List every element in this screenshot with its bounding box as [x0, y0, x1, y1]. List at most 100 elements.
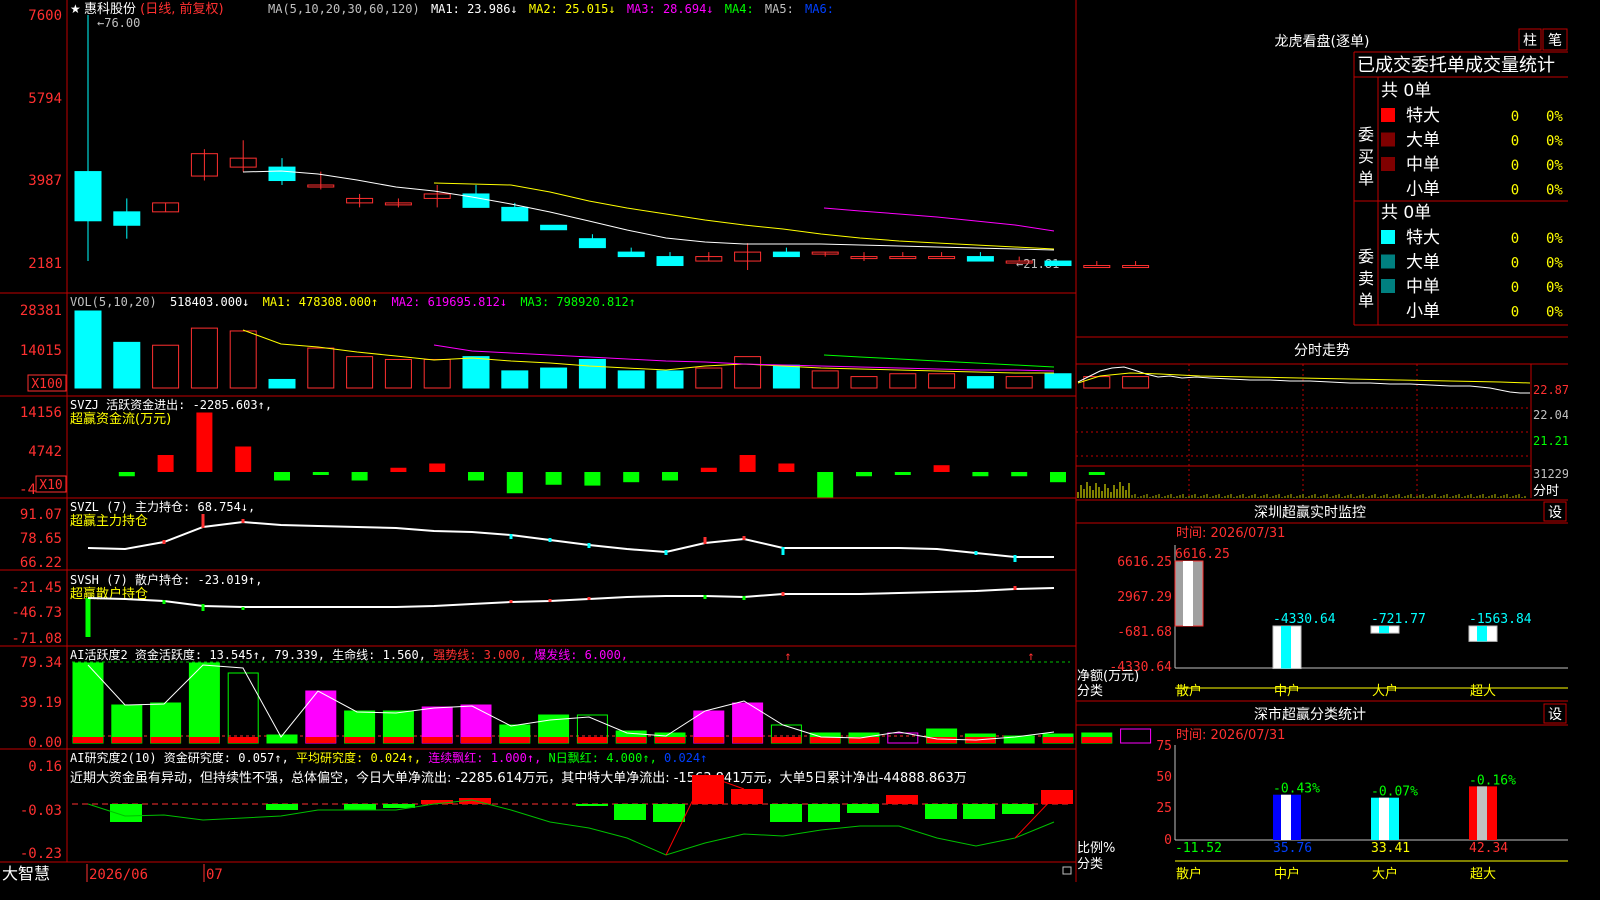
volume-bar[interactable] — [307, 347, 335, 389]
volume-bar[interactable] — [346, 356, 374, 389]
volume-bar[interactable] — [74, 310, 102, 389]
fenshi-panel[interactable]: 分时走势 22.87 22.04 21.21 31229 分时 — [1076, 343, 1568, 499]
volume-bar[interactable] — [734, 356, 762, 389]
chart-workspace[interactable]: ★ 惠科股份 (日线, 前复权) MA(5,10,20,30,60,120) M… — [0, 0, 1568, 882]
candle[interactable] — [152, 202, 180, 213]
candle[interactable] — [850, 252, 878, 262]
svzj-bar[interactable] — [856, 472, 872, 477]
candle[interactable] — [1122, 261, 1150, 269]
svzj-bar[interactable] — [1088, 472, 1105, 475]
candle[interactable] — [190, 149, 218, 181]
svzl-panel[interactable]: SVZL (7) 主力持仓: 68.754↓, 超赢主力持仓 91.07 78.… — [20, 499, 1054, 571]
volume-bar[interactable] — [811, 370, 839, 389]
ai-research-panel[interactable]: AI研究度2(10) 资金研究度: 0.057↑, 平均研究度: 0.024↑,… — [20, 750, 1073, 862]
volume-bar[interactable] — [1083, 376, 1111, 389]
volume-bar[interactable] — [423, 358, 451, 389]
svzj-bar[interactable] — [778, 463, 795, 473]
candle[interactable] — [656, 252, 684, 267]
kline-panel[interactable]: ★ 惠科股份 (日线, 前复权) MA(5,10,20,30,60,120) M… — [28, 1, 1150, 272]
svzj-bar[interactable] — [739, 455, 756, 472]
ai1-bars[interactable] — [72, 662, 1152, 744]
svzj-bar[interactable] — [700, 467, 717, 472]
svzj-bar[interactable] — [662, 472, 678, 481]
volume-bar[interactable] — [578, 358, 606, 389]
candle[interactable] — [695, 252, 723, 262]
candle[interactable] — [423, 185, 451, 208]
svzj-bar[interactable] — [351, 472, 368, 481]
candle[interactable] — [734, 243, 762, 270]
volume-bar[interactable] — [928, 373, 956, 389]
svzj-bar[interactable] — [118, 472, 135, 477]
candle[interactable] — [928, 252, 956, 260]
candle[interactable] — [113, 198, 141, 239]
svzj-bar[interactable] — [429, 463, 446, 473]
ai-activity-panel[interactable]: AI活跃度2 资金活跃度: 13.545↑, 79.339, 生命线: 1.56… — [20, 647, 1152, 751]
candle[interactable] — [346, 193, 374, 208]
svzj-bar[interactable] — [584, 472, 601, 486]
candles[interactable] — [74, 15, 1150, 270]
svzj-bar[interactable] — [468, 472, 484, 481]
svzj-panel[interactable]: SVZJ 活跃资金进出: -2285.603↑, 超赢资金流(万元) 14156… — [19, 397, 1105, 498]
volume-bar[interactable] — [268, 378, 296, 389]
candle[interactable] — [966, 252, 994, 262]
svzj-bar[interactable] — [894, 472, 911, 475]
volume-bar[interactable] — [462, 356, 490, 389]
volume-bar[interactable] — [695, 367, 723, 389]
svzj-bar[interactable] — [312, 472, 329, 475]
ai1-bar[interactable] — [305, 690, 337, 744]
volume-panel[interactable]: VOL(5,10,20) 518403.000↓ MA1: 478308.000… — [20, 295, 1150, 392]
svzj-bar[interactable] — [157, 455, 174, 472]
candle[interactable] — [578, 234, 606, 249]
volume-bar[interactable] — [384, 358, 412, 389]
svzj-bar[interactable] — [235, 446, 252, 473]
ai1-bar[interactable] — [227, 672, 259, 744]
ai1-bar[interactable] — [188, 662, 220, 744]
volume-bar[interactable] — [152, 344, 180, 389]
volume-bar[interactable] — [1044, 373, 1072, 389]
volume-bar[interactable] — [540, 367, 568, 389]
sz-class-panel[interactable]: 深市超赢分类统计 设 时间: 2026/07/31 75 50 25 0 比例%… — [1076, 703, 1568, 882]
svzj-bar[interactable] — [390, 467, 407, 472]
candle[interactable] — [1044, 260, 1072, 267]
candle[interactable] — [384, 198, 412, 208]
volume-bar[interactable] — [1122, 376, 1150, 389]
svzj-bar[interactable] — [506, 472, 523, 494]
candle[interactable] — [501, 202, 529, 222]
volume-bar[interactable] — [113, 341, 141, 389]
favorite-star-icon[interactable]: ★ — [70, 2, 81, 16]
svzj-bar[interactable] — [1011, 472, 1028, 477]
candle[interactable] — [617, 247, 645, 258]
ai1-bar[interactable] — [72, 662, 104, 744]
svsh-panel[interactable]: SVSH (7) 散户持仓: -23.019↑, 超赢散户持仓 -21.45 -… — [11, 572, 1055, 647]
volume-bar[interactable] — [889, 373, 917, 389]
volume-bar[interactable] — [772, 364, 800, 389]
candle[interactable] — [772, 247, 800, 258]
svzj-bar[interactable] — [972, 472, 989, 477]
svzj-bar[interactable] — [933, 465, 950, 472]
volume-bar[interactable] — [656, 370, 684, 389]
svzj-bars[interactable] — [118, 412, 1105, 498]
sz-monitor-bars[interactable]: 6616.25 散户 -4330.64 中户 -721.77 大户 -1563.84 超大 — [1174, 547, 1532, 699]
svzj-bar[interactable] — [545, 472, 562, 485]
candle[interactable] — [74, 15, 102, 262]
candle[interactable] — [540, 224, 568, 231]
volume-bar[interactable] — [1005, 376, 1033, 389]
volume-bar[interactable] — [229, 330, 257, 389]
candle[interactable] — [811, 251, 839, 257]
volume-bar[interactable] — [190, 327, 218, 389]
svzj-bar[interactable] — [1050, 472, 1066, 483]
ai1-bar[interactable] — [1120, 728, 1152, 744]
volume-bar[interactable] — [617, 370, 645, 389]
volume-bar[interactable] — [501, 370, 529, 389]
candle[interactable] — [1083, 261, 1111, 269]
svzj-bar[interactable] — [274, 472, 290, 481]
svzj-bar[interactable] — [196, 412, 213, 473]
sz-class-bars[interactable]: -11.52 散户 -0.43% 35.76 中户 -0.07% 33.41 大户 -0.16%… — [1175, 773, 1516, 882]
candle[interactable] — [229, 140, 257, 172]
volume-bars[interactable] — [74, 310, 1150, 389]
sz-monitor-panel[interactable]: 深圳超赢实时监控 设 时间: 2026/07/31 6616.25 2967.2… — [1076, 501, 1568, 699]
svzj-bar[interactable] — [623, 472, 640, 483]
volume-bar[interactable] — [966, 376, 994, 389]
svzj-bar[interactable] — [817, 472, 834, 498]
candle[interactable] — [889, 252, 917, 260]
